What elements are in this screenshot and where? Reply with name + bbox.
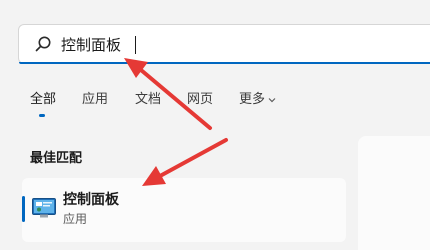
result-name: 控制面板: [63, 192, 119, 208]
tab-all[interactable]: 全部: [30, 90, 56, 110]
tab-more[interactable]: 更多: [239, 90, 276, 110]
control-panel-icon: [32, 198, 56, 218]
search-input[interactable]: 控制面板: [61, 35, 121, 55]
tab-web[interactable]: 网页: [187, 90, 213, 110]
tab-more-label: 更多: [239, 92, 266, 107]
result-type: 应用: [63, 212, 88, 226]
text-caret: [135, 36, 136, 54]
search-icon: [34, 35, 52, 53]
active-tab-indicator: [39, 114, 45, 117]
best-match-heading: 最佳匹配: [30, 151, 83, 166]
chevron-down-icon: [268, 97, 276, 102]
details-panel: [358, 136, 430, 250]
tab-apps[interactable]: 应用: [82, 90, 108, 110]
tab-documents[interactable]: 文档: [135, 90, 161, 110]
search-box[interactable]: 控制面板: [18, 24, 430, 64]
selection-indicator: [22, 196, 25, 222]
